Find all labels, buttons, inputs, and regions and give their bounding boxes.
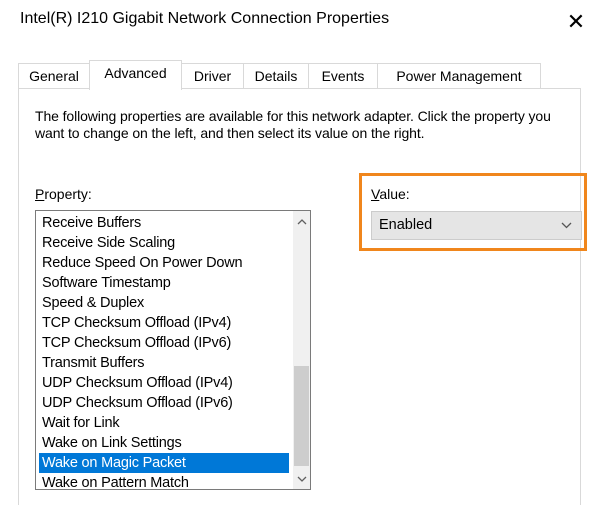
value-select[interactable]: Enabled (371, 211, 582, 240)
description-text: The following properties are available f… (35, 108, 551, 141)
chevron-down-icon (561, 212, 572, 239)
property-label-access-key: P (35, 186, 45, 202)
value-label-rest: alue: (379, 186, 410, 202)
tab-driver[interactable]: Driver (181, 63, 244, 88)
tab-details[interactable]: Details (243, 63, 309, 88)
tab-events[interactable]: Events (308, 63, 378, 88)
chevron-up-icon (297, 218, 306, 224)
property-label: Property: (35, 186, 92, 202)
close-icon: ✕ (566, 9, 586, 34)
scroll-up-button[interactable] (293, 213, 310, 230)
property-list-scrollbar[interactable] (293, 211, 310, 489)
property-list-items: Receive Buffers Receive Side Scaling Red… (39, 213, 289, 489)
list-item[interactable]: Wake on Pattern Match (39, 473, 289, 489)
list-item[interactable]: TCP Checksum Offload (IPv4) (39, 313, 289, 333)
list-item[interactable]: Receive Side Scaling (39, 233, 289, 253)
title-bar: Intel(R) I210 Gigabit Network Connection… (0, 0, 599, 44)
list-item[interactable]: Reduce Speed On Power Down (39, 253, 289, 273)
list-item[interactable]: Receive Buffers (39, 213, 289, 233)
list-item-selected[interactable]: Wake on Magic Packet (39, 453, 289, 473)
chevron-down-icon (297, 476, 306, 482)
tab-general[interactable]: General (18, 63, 90, 88)
list-item[interactable]: Software Timestamp (39, 273, 289, 293)
list-item[interactable]: UDP Checksum Offload (IPv6) (39, 393, 289, 413)
list-item[interactable]: TCP Checksum Offload (IPv6) (39, 333, 289, 353)
scroll-thumb[interactable] (294, 366, 309, 466)
window-title: Intel(R) I210 Gigabit Network Connection… (20, 10, 390, 27)
property-list[interactable]: Receive Buffers Receive Side Scaling Red… (35, 210, 311, 490)
tab-power-management[interactable]: Power Management (377, 63, 541, 88)
list-item[interactable]: Wait for Link (39, 413, 289, 433)
property-label-rest: roperty: (44, 186, 92, 202)
list-item[interactable]: Speed & Duplex (39, 293, 289, 313)
tab-bar: General Advanced Driver Details Events P… (18, 60, 578, 90)
value-select-text: Enabled (379, 217, 433, 233)
list-item[interactable]: Wake on Link Settings (39, 433, 289, 453)
list-item[interactable]: UDP Checksum Offload (IPv4) (39, 373, 289, 393)
tab-advanced[interactable]: Advanced (89, 60, 182, 90)
close-button[interactable]: ✕ (553, 0, 599, 44)
value-label: Value: (371, 186, 410, 202)
scroll-down-button[interactable] (293, 470, 310, 487)
list-item[interactable]: Transmit Buffers (39, 353, 289, 373)
